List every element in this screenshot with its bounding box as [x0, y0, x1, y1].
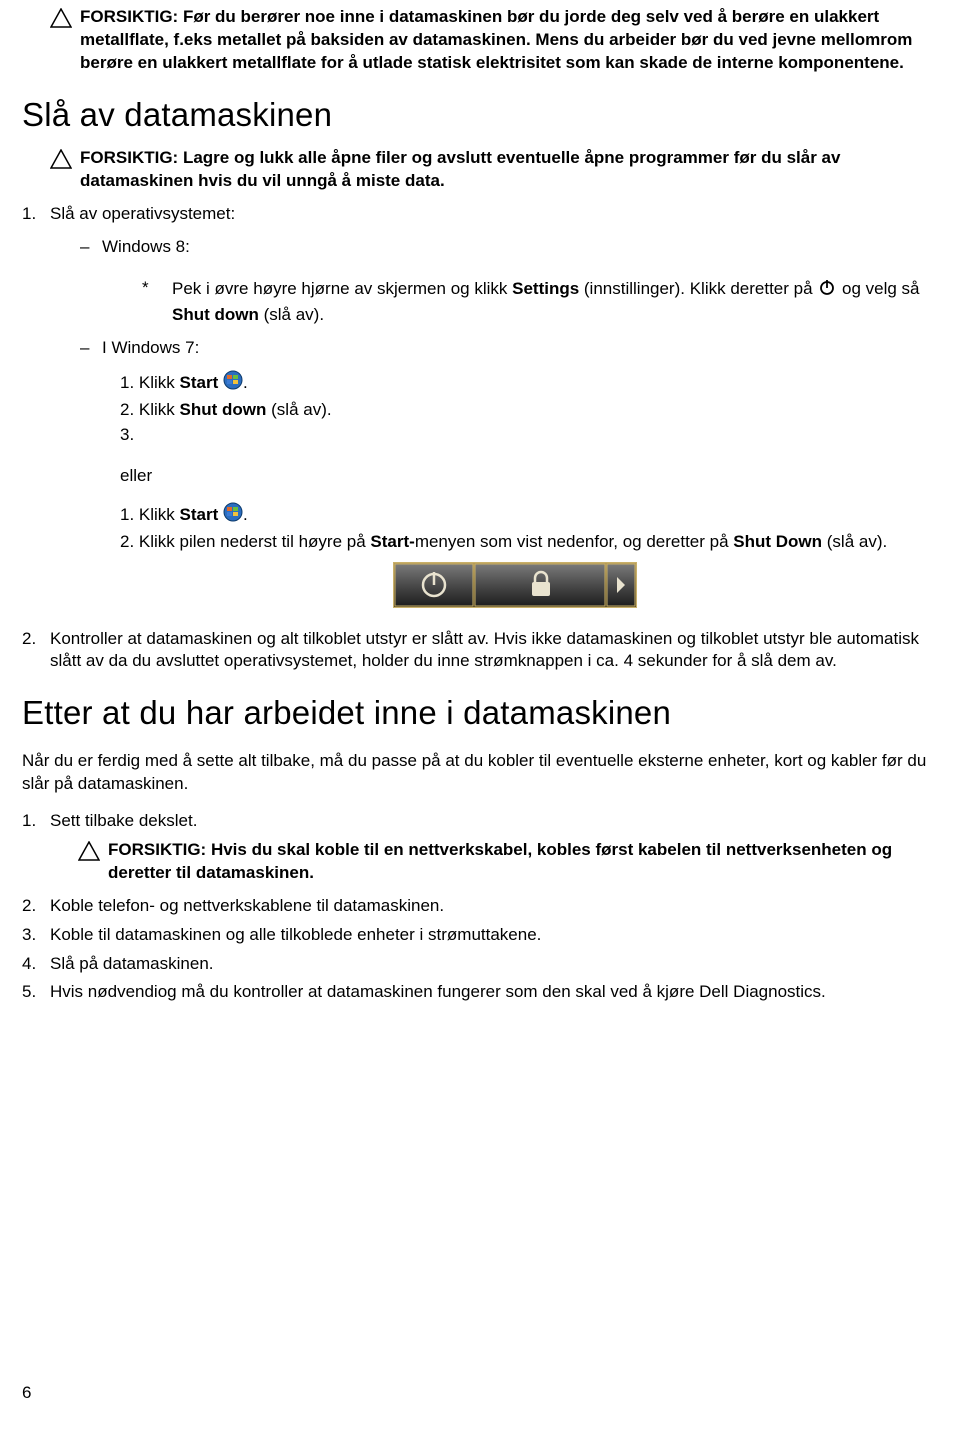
- step-text: Sett tilbake dekslet.: [50, 811, 197, 830]
- step-text: Kontroller at datamaskinen og alt tilkob…: [50, 629, 919, 671]
- step-number: 5.: [22, 981, 50, 1004]
- text: .: [243, 505, 248, 524]
- num: 3.: [120, 425, 134, 444]
- text: Klikk pilen nederst til høyre på: [139, 532, 371, 551]
- or-label: eller: [120, 465, 950, 488]
- win8-instruction: * Pek i øvre høyre hjørne av skjermen og…: [142, 277, 950, 327]
- num: 1.: [120, 505, 139, 524]
- win7-method-b: 1. Klikk Start . 2. Klikk pilen nederst …: [120, 502, 950, 554]
- shutdown-label: Shut Down: [733, 532, 822, 551]
- text: (slå av).: [266, 400, 331, 419]
- caution-text-3: FORSIKTIG: Hvis du skal koble til en net…: [108, 839, 950, 885]
- shutdown-label: Shut down: [180, 400, 267, 419]
- caution-block-3: FORSIKTIG: Hvis du skal koble til en net…: [78, 839, 950, 885]
- dash-icon: –: [80, 337, 102, 360]
- windows-start-orb-icon: [223, 502, 243, 529]
- text: Klikk: [139, 400, 180, 419]
- step-text: Slå av operativsystemet:: [50, 204, 235, 223]
- step-1: 1. Slå av operativsystemet: –Windows 8: …: [22, 203, 950, 621]
- power-icon: [817, 277, 837, 304]
- num: 2.: [120, 400, 139, 419]
- start-label: Start: [180, 373, 223, 392]
- step-text: Koble telefon- og nettverkskablene til d…: [50, 896, 444, 915]
- text: Klikk: [139, 505, 180, 524]
- sub-windows7: –I Windows 7:: [80, 337, 950, 360]
- dash-icon: –: [80, 236, 102, 259]
- text: menyen som vist nedenfor, og deretter på: [415, 532, 733, 551]
- sub-label: I Windows 7:: [102, 338, 199, 357]
- step-number: 1.: [22, 810, 50, 833]
- shutdown-bar-image: [80, 562, 950, 608]
- step-number: 3.: [22, 924, 50, 947]
- after-step-3: 3. Koble til datamaskinen og alle tilkob…: [22, 924, 950, 947]
- step-2: 2. Kontroller at datamaskinen og alt til…: [22, 628, 950, 674]
- windows-start-orb-icon: [223, 370, 243, 397]
- page-number: 6: [22, 1382, 31, 1405]
- num: 2.: [120, 532, 139, 551]
- caution-text-2: FORSIKTIG: Lagre og lukk alle åpne filer…: [80, 147, 950, 193]
- caution-triangle-icon: [50, 149, 72, 169]
- text: (slå av).: [259, 305, 324, 324]
- after-step-5: 5. Hvis nødvendiog må du kontroller at d…: [22, 981, 950, 1004]
- sub-windows8: –Windows 8:: [80, 236, 950, 259]
- step-text: Hvis nødvendiog må du kontroller at data…: [50, 982, 826, 1001]
- caution-triangle-icon: [50, 8, 72, 28]
- sub-label: Windows 8:: [102, 237, 190, 256]
- num: 1.: [120, 373, 139, 392]
- text: .: [243, 373, 248, 392]
- step-number: 2.: [22, 895, 50, 918]
- intro-text: Når du er ferdig med å sette alt tilbake…: [22, 750, 950, 796]
- start-menu-label: Start-: [370, 532, 414, 551]
- caution-text-1: FORSIKTIG: Før du berører noe inne i dat…: [80, 6, 950, 75]
- after-step-1: 1. Sett tilbake dekslet.: [22, 810, 950, 833]
- step-number: 2.: [22, 628, 50, 674]
- caution-block-2: FORSIKTIG: Lagre og lukk alle åpne filer…: [50, 147, 950, 193]
- step-number: 4.: [22, 953, 50, 976]
- text: (innstillinger). Klikk deretter på: [579, 279, 817, 298]
- caution-triangle-icon: [78, 841, 100, 861]
- caution-block-1: FORSIKTIG: Før du berører noe inne i dat…: [50, 6, 950, 75]
- text: Pek i øvre høyre hjørne av skjermen og k…: [172, 279, 512, 298]
- text: Klikk: [139, 373, 180, 392]
- heading-turn-off: Slå av datamaskinen: [22, 93, 950, 138]
- asterisk-icon: *: [142, 277, 172, 327]
- after-step-4: 4. Slå på datamaskinen.: [22, 953, 950, 976]
- heading-after-working: Etter at du har arbeidet inne i datamask…: [22, 691, 950, 736]
- text: (slå av).: [822, 532, 887, 551]
- settings-label: Settings: [512, 279, 579, 298]
- step-text: Slå på datamaskinen.: [50, 954, 214, 973]
- start-label: Start: [180, 505, 223, 524]
- text: og velg så: [837, 279, 919, 298]
- step-number: 1.: [22, 203, 50, 621]
- shutdown-label: Shut down: [172, 305, 259, 324]
- after-step-2: 2. Koble telefon- og nettverkskablene ti…: [22, 895, 950, 918]
- win7-method-a: 1. Klikk Start . 2. Klikk Shut down (slå…: [120, 370, 950, 447]
- step-text: Koble til datamaskinen og alle tilkobled…: [50, 925, 541, 944]
